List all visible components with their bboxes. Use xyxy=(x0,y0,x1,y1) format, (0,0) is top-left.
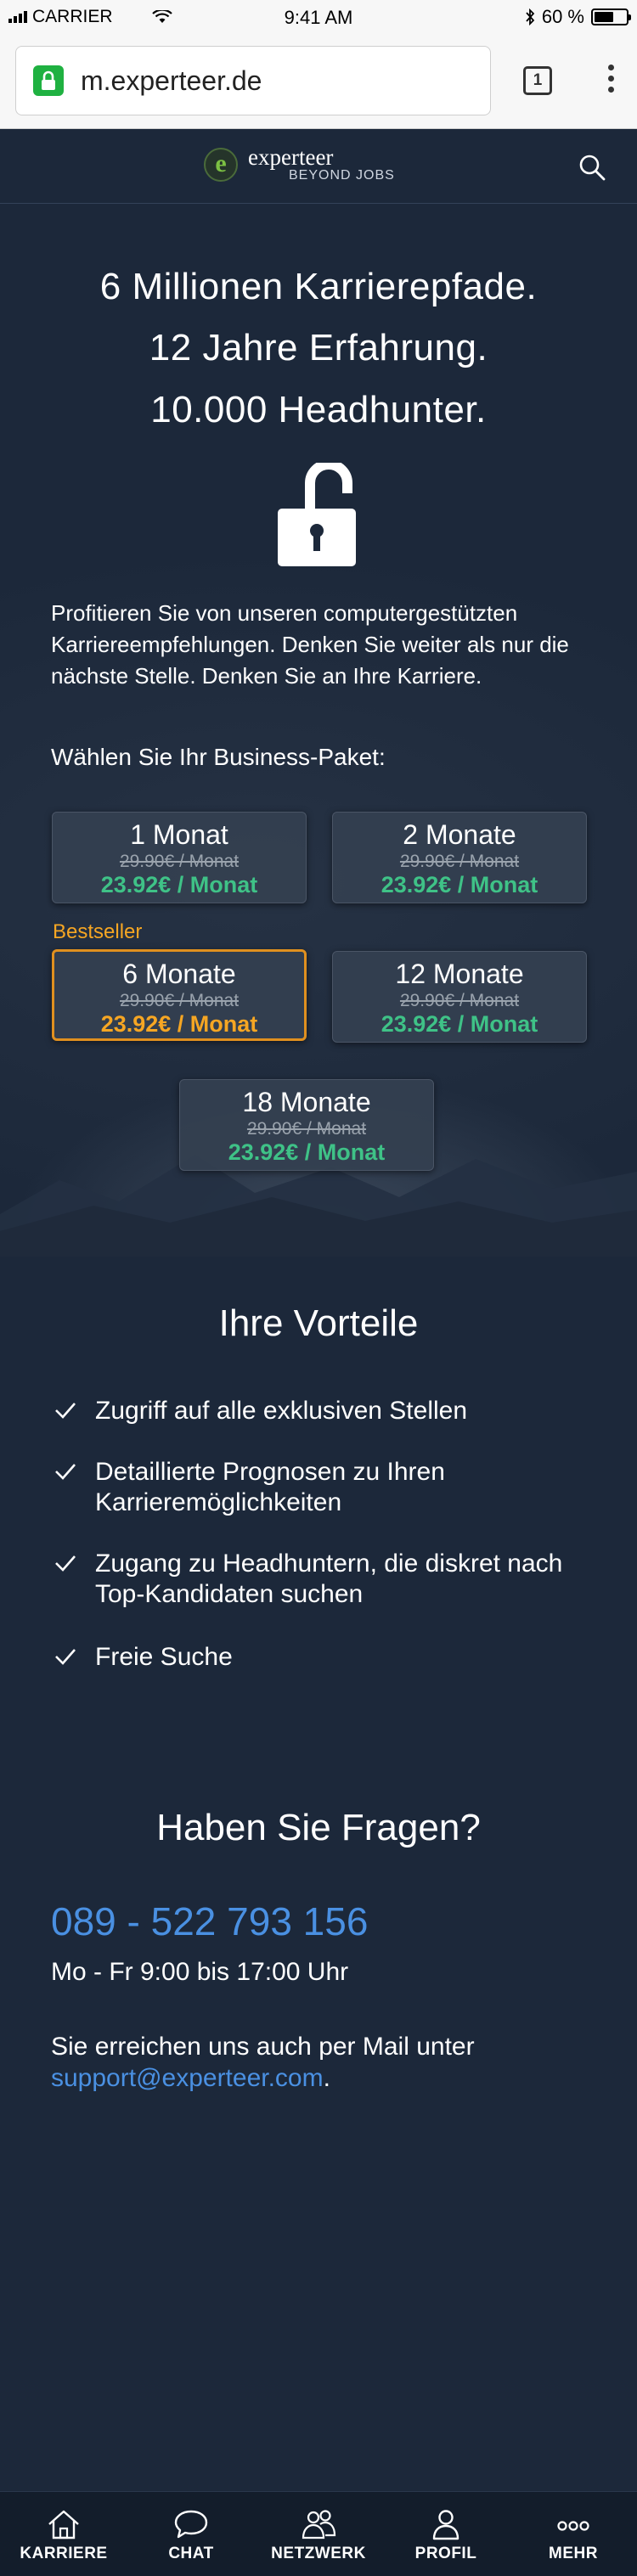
chat-icon xyxy=(174,2510,208,2539)
benefit-item: Detaillierte Prognosen zu Ihren Karriere… xyxy=(53,1457,596,1518)
intro-text: Profitieren Sie von unseren computergest… xyxy=(51,600,569,689)
package-price: 23.92€ / Monat xyxy=(381,1011,538,1037)
package-price: 23.92€ / Monat xyxy=(381,872,538,897)
package-duration: 2 Monate xyxy=(403,819,516,850)
checkmark-icon xyxy=(55,1403,76,1419)
nav-chat[interactable]: CHAT xyxy=(127,2492,255,2576)
package-duration: 6 Monate xyxy=(122,959,236,989)
profile-icon xyxy=(432,2510,459,2540)
package-duration: 12 Monate xyxy=(395,959,524,989)
nav-label: NETZWERK xyxy=(271,2545,366,2562)
nav-karriere[interactable]: KARRIERE xyxy=(0,2492,127,2576)
package-1-month[interactable]: 1 Monat 29.90€ / Monat 23.92€ / Monat xyxy=(52,812,307,903)
package-old-price: 29.90€ / Monat xyxy=(119,991,240,1010)
mail-text: Sie erreichen uns auch per Mail unter su… xyxy=(51,2031,595,2094)
package-price: 23.92€ / Monat xyxy=(228,1139,386,1165)
questions-title: Haben Sie Fragen? xyxy=(156,1807,481,1848)
site-header: e experteer BEYOND JOBS xyxy=(0,129,637,204)
package-6-months[interactable]: 6 Monate 29.90€ / Monat 23.92€ / Monat xyxy=(52,949,307,1041)
bestseller-label: Bestseller xyxy=(53,920,143,943)
unlocked-padlock-icon xyxy=(278,463,356,566)
nav-label: MEHR xyxy=(549,2545,598,2562)
package-2-months[interactable]: 2 Monate 29.90€ / Monat 23.92€ / Monat xyxy=(332,812,587,903)
bluetooth-icon xyxy=(526,8,535,25)
nav-label: PROFIL xyxy=(414,2545,477,2562)
benefits-title: Ihre Vorteile xyxy=(218,1302,419,1344)
package-duration: 18 Monate xyxy=(242,1087,371,1117)
benefit-item: Freie Suche xyxy=(53,1642,596,1673)
benefit-item: Zugang zu Headhuntern, die diskret nach … xyxy=(53,1549,596,1610)
choose-package-label: Wählen Sie Ihr Business-Paket: xyxy=(51,744,386,770)
email-link[interactable]: support@experteer.com xyxy=(51,2064,324,2092)
search-icon[interactable] xyxy=(578,153,606,182)
nav-label: KARRIERE xyxy=(20,2545,108,2562)
experteer-logo[interactable]: e experteer BEYOND JOBS xyxy=(204,146,395,183)
status-bar: CARRIER 9:41 AM 60 % xyxy=(0,0,637,34)
package-old-price: 29.90€ / Monat xyxy=(246,1119,367,1139)
nav-profil[interactable]: PROFIL xyxy=(382,2492,510,2576)
benefit-item: Zugriff auf alle exklusiven Stellen xyxy=(53,1396,596,1426)
checkmark-icon xyxy=(55,1555,76,1572)
benefit-text: Zugang zu Headhuntern, die diskret nach … xyxy=(95,1550,563,1608)
headline-line-1: 6 Millionen Karrierepfade. xyxy=(99,266,538,307)
battery-percent: 60 % xyxy=(541,6,584,27)
browser-toolbar: m.experteer.de 1 xyxy=(0,34,637,129)
checkmark-icon xyxy=(55,1464,76,1480)
more-icon xyxy=(557,2521,589,2531)
home-icon xyxy=(48,2510,79,2539)
package-18-months[interactable]: 18 Monate 29.90€ / Monat 23.92€ / Monat xyxy=(179,1079,434,1171)
nav-mehr[interactable]: MEHR xyxy=(510,2492,637,2576)
mail-prefix: Sie erreichen uns auch per Mail unter xyxy=(51,2033,475,2061)
logo-name: experteer xyxy=(248,144,334,170)
url-text: m.experteer.de xyxy=(81,65,262,96)
nav-netzwerk[interactable]: NETZWERK xyxy=(255,2492,382,2576)
headline-line-3: 10.000 Headhunter. xyxy=(150,389,487,430)
benefit-text: Zugriff auf alle exklusiven Stellen xyxy=(95,1397,468,1425)
package-price: 23.92€ / Monat xyxy=(100,872,258,897)
package-price: 23.92€ / Monat xyxy=(100,1011,258,1037)
logo-icon: e xyxy=(204,147,238,182)
benefit-text: Detaillierte Prognosen zu Ihren Karriere… xyxy=(95,1458,445,1516)
secure-lock-icon xyxy=(33,65,64,96)
browser-menu-icon[interactable] xyxy=(605,65,617,93)
tabs-button[interactable]: 1 xyxy=(523,66,552,95)
phone-link[interactable]: 089 - 522 793 156 xyxy=(51,1898,368,1944)
checkmark-icon xyxy=(55,1649,76,1665)
benefit-text: Freie Suche xyxy=(95,1643,233,1671)
address-bar[interactable]: m.experteer.de xyxy=(15,46,491,115)
package-old-price: 29.90€ / Monat xyxy=(399,991,520,1010)
bottom-navigation: KARRIERE CHAT NETZWERK PROFIL MEHR xyxy=(0,2491,637,2576)
opening-hours: Mo - Fr 9:00 bis 17:00 Uhr xyxy=(51,1958,349,1986)
network-icon xyxy=(302,2510,336,2539)
headline-line-2: 12 Jahre Erfahrung. xyxy=(149,327,488,368)
package-old-price: 29.90€ / Monat xyxy=(119,852,240,871)
package-12-months[interactable]: 12 Monate 29.90€ / Monat 23.92€ / Monat xyxy=(332,951,587,1043)
package-old-price: 29.90€ / Monat xyxy=(399,852,520,871)
nav-label: CHAT xyxy=(168,2545,214,2562)
battery-icon xyxy=(591,8,631,25)
logo-tagline: BEYOND JOBS xyxy=(289,168,395,183)
package-duration: 1 Monat xyxy=(130,819,228,850)
mail-suffix: . xyxy=(323,2064,330,2092)
